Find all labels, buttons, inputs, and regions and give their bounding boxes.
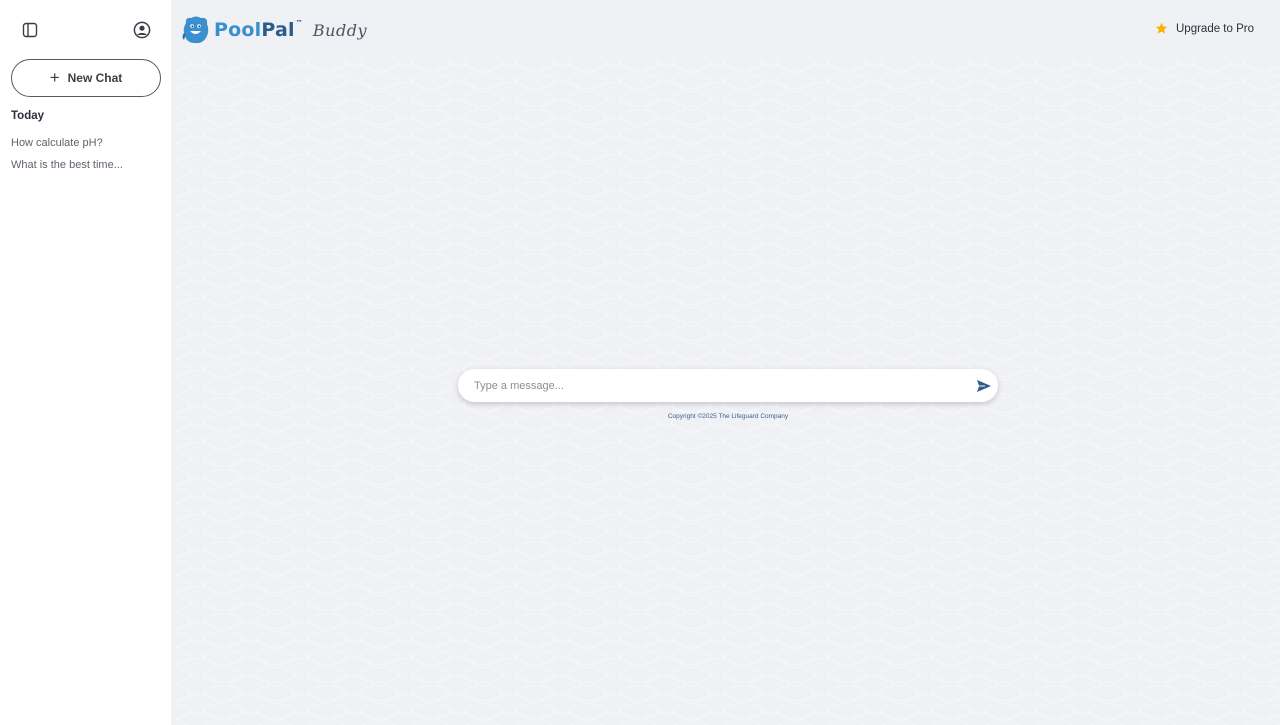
send-icon: [977, 379, 991, 392]
logo-wordmark: PoolPal™: [214, 19, 303, 41]
top-bar: PoolPal™ Buddy Upgrade to Pro: [171, 0, 1280, 58]
send-button[interactable]: [974, 376, 994, 396]
account-icon: [133, 21, 151, 39]
sidebar: + New Chat Today How calculate pH? What …: [0, 0, 171, 725]
account-button[interactable]: [132, 20, 152, 40]
logo-mascot-icon: [182, 16, 209, 44]
message-input[interactable]: [458, 369, 974, 402]
chat-history-list: How calculate pH? What is the best time.…: [11, 136, 123, 180]
app-root: + New Chat Today How calculate pH? What …: [0, 0, 1280, 725]
star-icon: [1155, 22, 1168, 34]
sidebar-toggle-button[interactable]: [20, 20, 40, 40]
new-chat-button[interactable]: + New Chat: [11, 59, 161, 97]
chat-history-item[interactable]: What is the best time...: [11, 158, 123, 180]
plus-icon: +: [49, 67, 60, 87]
upgrade-to-pro-button[interactable]: Upgrade to Pro: [1155, 22, 1254, 35]
brand-logo[interactable]: PoolPal™ Buddy: [182, 14, 367, 46]
sidebar-toggle-icon: [22, 22, 38, 38]
message-composer: [458, 369, 998, 402]
upgrade-label: Upgrade to Pro: [1176, 22, 1254, 35]
history-section-title: Today: [11, 110, 45, 122]
copyright-text: Copyright ©2025 The Lifeguard Company: [667, 413, 789, 420]
new-chat-label: New Chat: [67, 71, 123, 85]
main-area: PoolPal™ Buddy Upgrade to Pro Copyright …: [171, 0, 1280, 725]
logo-subtitle: Buddy: [312, 20, 368, 40]
chat-history-item[interactable]: How calculate pH?: [11, 136, 123, 158]
